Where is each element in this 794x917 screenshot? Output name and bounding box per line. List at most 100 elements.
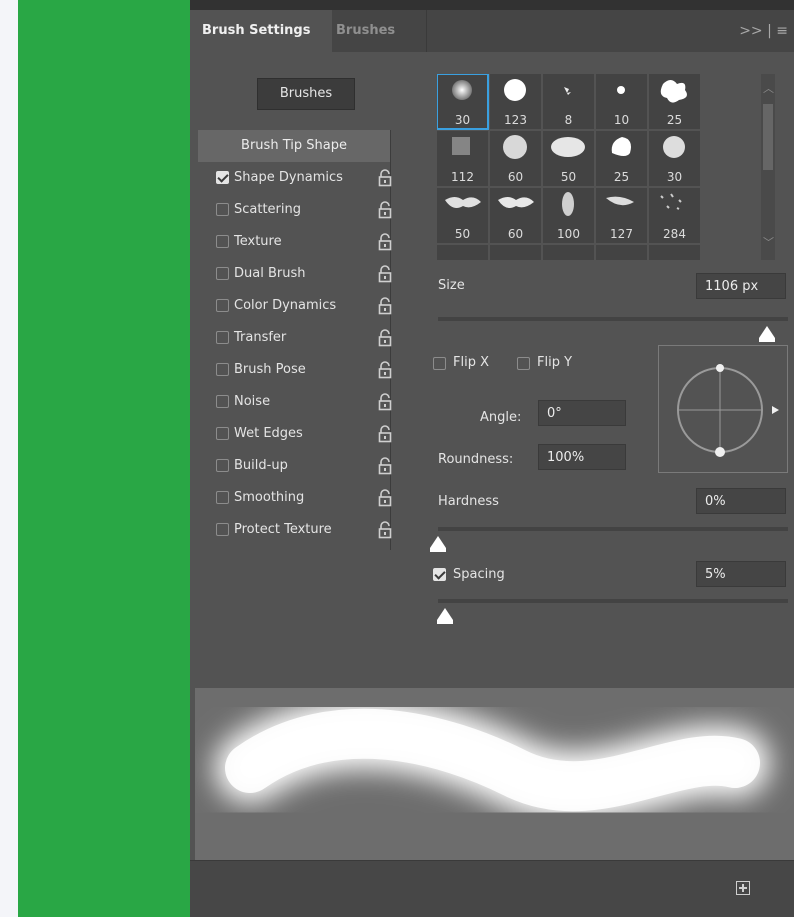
sidebar-item-label: Brush Tip Shape bbox=[241, 138, 347, 153]
color-dynamics-checkbox[interactable] bbox=[216, 299, 229, 312]
chevron-down-icon[interactable]: ﹀ bbox=[763, 234, 774, 250]
lock-icon[interactable] bbox=[378, 265, 392, 283]
brush-preset-tile[interactable]: 25 bbox=[596, 131, 647, 186]
sidebar-item-shape-dynamics[interactable]: Shape Dynamics bbox=[198, 162, 392, 194]
brush-preset-tile[interactable]: 284 bbox=[649, 188, 700, 243]
angle-field[interactable]: 0° bbox=[538, 400, 626, 426]
flip-y-checkbox[interactable] bbox=[517, 357, 530, 370]
sidebar-item-label: Shape Dynamics bbox=[234, 170, 343, 185]
scrollbar-thumb[interactable] bbox=[763, 104, 773, 170]
brush-pose-checkbox[interactable] bbox=[216, 363, 229, 376]
spacing-field[interactable]: 5% bbox=[696, 561, 786, 587]
brush-preset-tile[interactable]: 100 bbox=[543, 188, 594, 243]
sidebar-item-build-up[interactable]: Build-up bbox=[198, 450, 392, 482]
hardness-slider[interactable] bbox=[438, 527, 788, 531]
brush-stroke-preview bbox=[195, 688, 794, 860]
lock-icon[interactable] bbox=[378, 425, 392, 443]
sidebar-item-color-dynamics[interactable]: Color Dynamics bbox=[198, 290, 392, 322]
create-new-brush-icon[interactable] bbox=[736, 881, 750, 895]
spacing-slider-handle[interactable] bbox=[437, 608, 453, 624]
brush-size-label: 100 bbox=[557, 227, 580, 241]
stroke-preview-graphic bbox=[215, 698, 770, 822]
flip-x-checkbox[interactable] bbox=[433, 357, 446, 370]
protect-texture-checkbox[interactable] bbox=[216, 523, 229, 536]
brush-preset-grid: 30 123 8 10 25 112 60 50 25 30 50 60 100 127 284 bbox=[437, 74, 761, 260]
tab-brushes[interactable]: Brushes bbox=[336, 10, 395, 52]
noise-checkbox[interactable] bbox=[216, 395, 229, 408]
spacing-checkbox[interactable] bbox=[433, 568, 446, 581]
brush-tip-thumbnail bbox=[452, 80, 472, 100]
hardness-field[interactable]: 0% bbox=[696, 488, 786, 514]
sidebar-item-brush-pose[interactable]: Brush Pose bbox=[198, 354, 392, 386]
brush-size-label: 112 bbox=[451, 170, 474, 184]
brush-preset-tile[interactable]: 50 bbox=[543, 131, 594, 186]
texture-checkbox[interactable] bbox=[216, 235, 229, 248]
lock-icon[interactable] bbox=[378, 329, 392, 347]
sidebar-item-wet-edges[interactable]: Wet Edges bbox=[198, 418, 392, 450]
shape-dynamics-checkbox[interactable] bbox=[216, 171, 229, 184]
sidebar-item-noise[interactable]: Noise bbox=[198, 386, 392, 418]
angle-roundness-widget[interactable] bbox=[658, 345, 788, 473]
sidebar-item-label: Protect Texture bbox=[234, 522, 332, 537]
sidebar-item-transfer[interactable]: Transfer bbox=[198, 322, 392, 354]
lock-icon[interactable] bbox=[378, 521, 392, 539]
brush-preset-tile[interactable]: 8 bbox=[543, 74, 594, 129]
brush-preset-tile[interactable] bbox=[490, 245, 541, 260]
panel-footer bbox=[190, 860, 794, 917]
brush-preset-tile[interactable]: 123 bbox=[490, 74, 541, 129]
sidebar-item-brush-tip-shape[interactable]: Brush Tip Shape bbox=[198, 130, 390, 162]
spacing-slider[interactable] bbox=[438, 599, 788, 603]
transfer-checkbox[interactable] bbox=[216, 331, 229, 344]
brush-tip-thumbnail bbox=[551, 137, 585, 157]
lock-icon[interactable] bbox=[378, 457, 392, 475]
smoothing-checkbox[interactable] bbox=[216, 491, 229, 504]
preset-scrollbar[interactable]: ︿ ﹀ bbox=[761, 74, 775, 260]
brush-preset-tile[interactable]: 30 bbox=[649, 131, 700, 186]
brush-size-label: 25 bbox=[666, 113, 683, 127]
brush-settings-list: Brush Tip Shape Shape Dynamics Scattering… bbox=[198, 130, 392, 550]
lock-icon[interactable] bbox=[378, 297, 392, 315]
brush-preset-tile[interactable]: 50 bbox=[437, 188, 488, 243]
size-field[interactable]: 1106 px bbox=[696, 273, 786, 299]
brush-preset-tile[interactable]: 127 bbox=[596, 188, 647, 243]
sidebar-item-label: Build-up bbox=[234, 458, 288, 473]
scattering-checkbox[interactable] bbox=[216, 203, 229, 216]
brush-preset-tile[interactable] bbox=[596, 245, 647, 260]
brush-settings-panel: Brush Settings Brushes >> | ≡ Brushes Br… bbox=[190, 0, 794, 917]
brush-preset-tile[interactable]: 60 bbox=[490, 188, 541, 243]
brushes-panel-button[interactable]: Brushes bbox=[257, 78, 355, 110]
brush-preset-tile[interactable]: 10 bbox=[596, 74, 647, 129]
size-slider[interactable] bbox=[438, 317, 788, 321]
lock-icon[interactable] bbox=[378, 393, 392, 411]
dual-brush-checkbox[interactable] bbox=[216, 267, 229, 280]
brush-size-label: 50 bbox=[454, 227, 471, 241]
brush-preset-tile[interactable]: 30 bbox=[437, 74, 489, 130]
brush-preset-tile[interactable]: 112 bbox=[437, 131, 488, 186]
brush-preset-tile[interactable]: 25 bbox=[649, 74, 700, 129]
brush-preset-tile[interactable] bbox=[649, 245, 700, 260]
sidebar-item-protect-texture[interactable]: Protect Texture bbox=[198, 514, 392, 546]
sidebar-item-dual-brush[interactable]: Dual Brush bbox=[198, 258, 392, 290]
lock-icon[interactable] bbox=[378, 201, 392, 219]
brush-preset-tile[interactable] bbox=[543, 245, 594, 260]
lock-icon[interactable] bbox=[378, 233, 392, 251]
brush-preset-tile[interactable] bbox=[437, 245, 488, 260]
hardness-slider-handle[interactable] bbox=[430, 536, 446, 552]
brush-size-label: 10 bbox=[613, 113, 630, 127]
lock-icon[interactable] bbox=[378, 489, 392, 507]
panel-menu-icon[interactable]: >> | ≡ bbox=[739, 10, 788, 52]
brush-size-label: 60 bbox=[507, 227, 524, 241]
size-slider-handle[interactable] bbox=[759, 326, 775, 342]
chevron-up-icon[interactable]: ︿ bbox=[763, 80, 774, 96]
sidebar-item-scattering[interactable]: Scattering bbox=[198, 194, 392, 226]
roundness-field[interactable]: 100% bbox=[538, 444, 626, 470]
lock-icon[interactable] bbox=[378, 169, 392, 187]
wet-edges-checkbox[interactable] bbox=[216, 427, 229, 440]
sidebar-item-texture[interactable]: Texture bbox=[198, 226, 392, 258]
sidebar-item-label: Wet Edges bbox=[234, 426, 303, 441]
brush-preset-tile[interactable]: 60 bbox=[490, 131, 541, 186]
sidebar-item-smoothing[interactable]: Smoothing bbox=[198, 482, 392, 514]
build-up-checkbox[interactable] bbox=[216, 459, 229, 472]
tab-brush-settings[interactable]: Brush Settings bbox=[190, 10, 332, 52]
lock-icon[interactable] bbox=[378, 361, 392, 379]
